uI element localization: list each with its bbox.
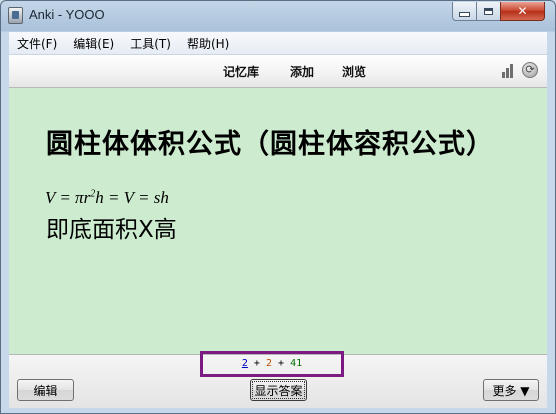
- card-question-title: 圆柱体体积公式（圆柱体容积公式）: [46, 129, 494, 160]
- due-counts: 2 + 2 + 41: [203, 358, 341, 369]
- learn-count: 2: [265, 358, 272, 369]
- menu-help[interactable]: 帮助(H): [179, 35, 237, 52]
- count-separator: +: [253, 358, 260, 369]
- bottom-bar: 2 + 2 + 41 编辑 显示答案 更多 ▼: [9, 351, 547, 408]
- maximize-icon: [484, 7, 493, 15]
- anki-app-icon[interactable]: [8, 7, 23, 24]
- anki-main-window: Anki - YOOO ✕ 文件(F) 编辑(E) 工具(T) 帮助(H) 记忆…: [0, 0, 556, 414]
- show-answer-button[interactable]: 显示答案: [250, 379, 307, 401]
- new-count: 2: [241, 358, 248, 369]
- formula-suffix: h = V = sh: [95, 188, 169, 207]
- sync-icon[interactable]: ⟳: [522, 62, 538, 78]
- stats-icon[interactable]: [502, 64, 516, 78]
- maximize-button[interactable]: [476, 2, 501, 21]
- browse-link[interactable]: 浏览: [342, 63, 366, 80]
- review-count: 41: [290, 358, 303, 369]
- minimize-icon: [459, 11, 470, 17]
- menu-edit[interactable]: 编辑(E): [65, 35, 122, 52]
- window-title: Anki - YOOO: [29, 7, 105, 22]
- due-counts-highlight: 2 + 2 + 41: [200, 351, 344, 377]
- count-separator: +: [278, 358, 285, 369]
- add-link[interactable]: 添加: [290, 63, 314, 80]
- card-content: 圆柱体体积公式（圆柱体容积公式） V = πr2h = V = sh 即底面积X…: [9, 88, 547, 354]
- formula-prefix: V = πr: [45, 188, 91, 207]
- title-bar[interactable]: Anki - YOOO ✕: [1, 1, 555, 31]
- card-body-text: 即底面积X高: [46, 217, 177, 243]
- edit-button[interactable]: 编辑: [17, 379, 74, 401]
- close-button[interactable]: ✕: [500, 2, 545, 21]
- top-toolbar: 记忆库 添加 浏览 ⟳: [9, 55, 547, 88]
- minimize-button[interactable]: [452, 2, 477, 21]
- close-icon: ✕: [517, 4, 528, 18]
- menu-tools[interactable]: 工具(T): [122, 35, 179, 52]
- more-button[interactable]: 更多 ▼: [483, 379, 539, 401]
- decks-link[interactable]: 记忆库: [223, 63, 259, 80]
- menu-bar: 文件(F) 编辑(E) 工具(T) 帮助(H): [9, 32, 547, 55]
- menu-file[interactable]: 文件(F): [9, 35, 65, 52]
- card-formula: V = πr2h = V = sh: [45, 188, 169, 208]
